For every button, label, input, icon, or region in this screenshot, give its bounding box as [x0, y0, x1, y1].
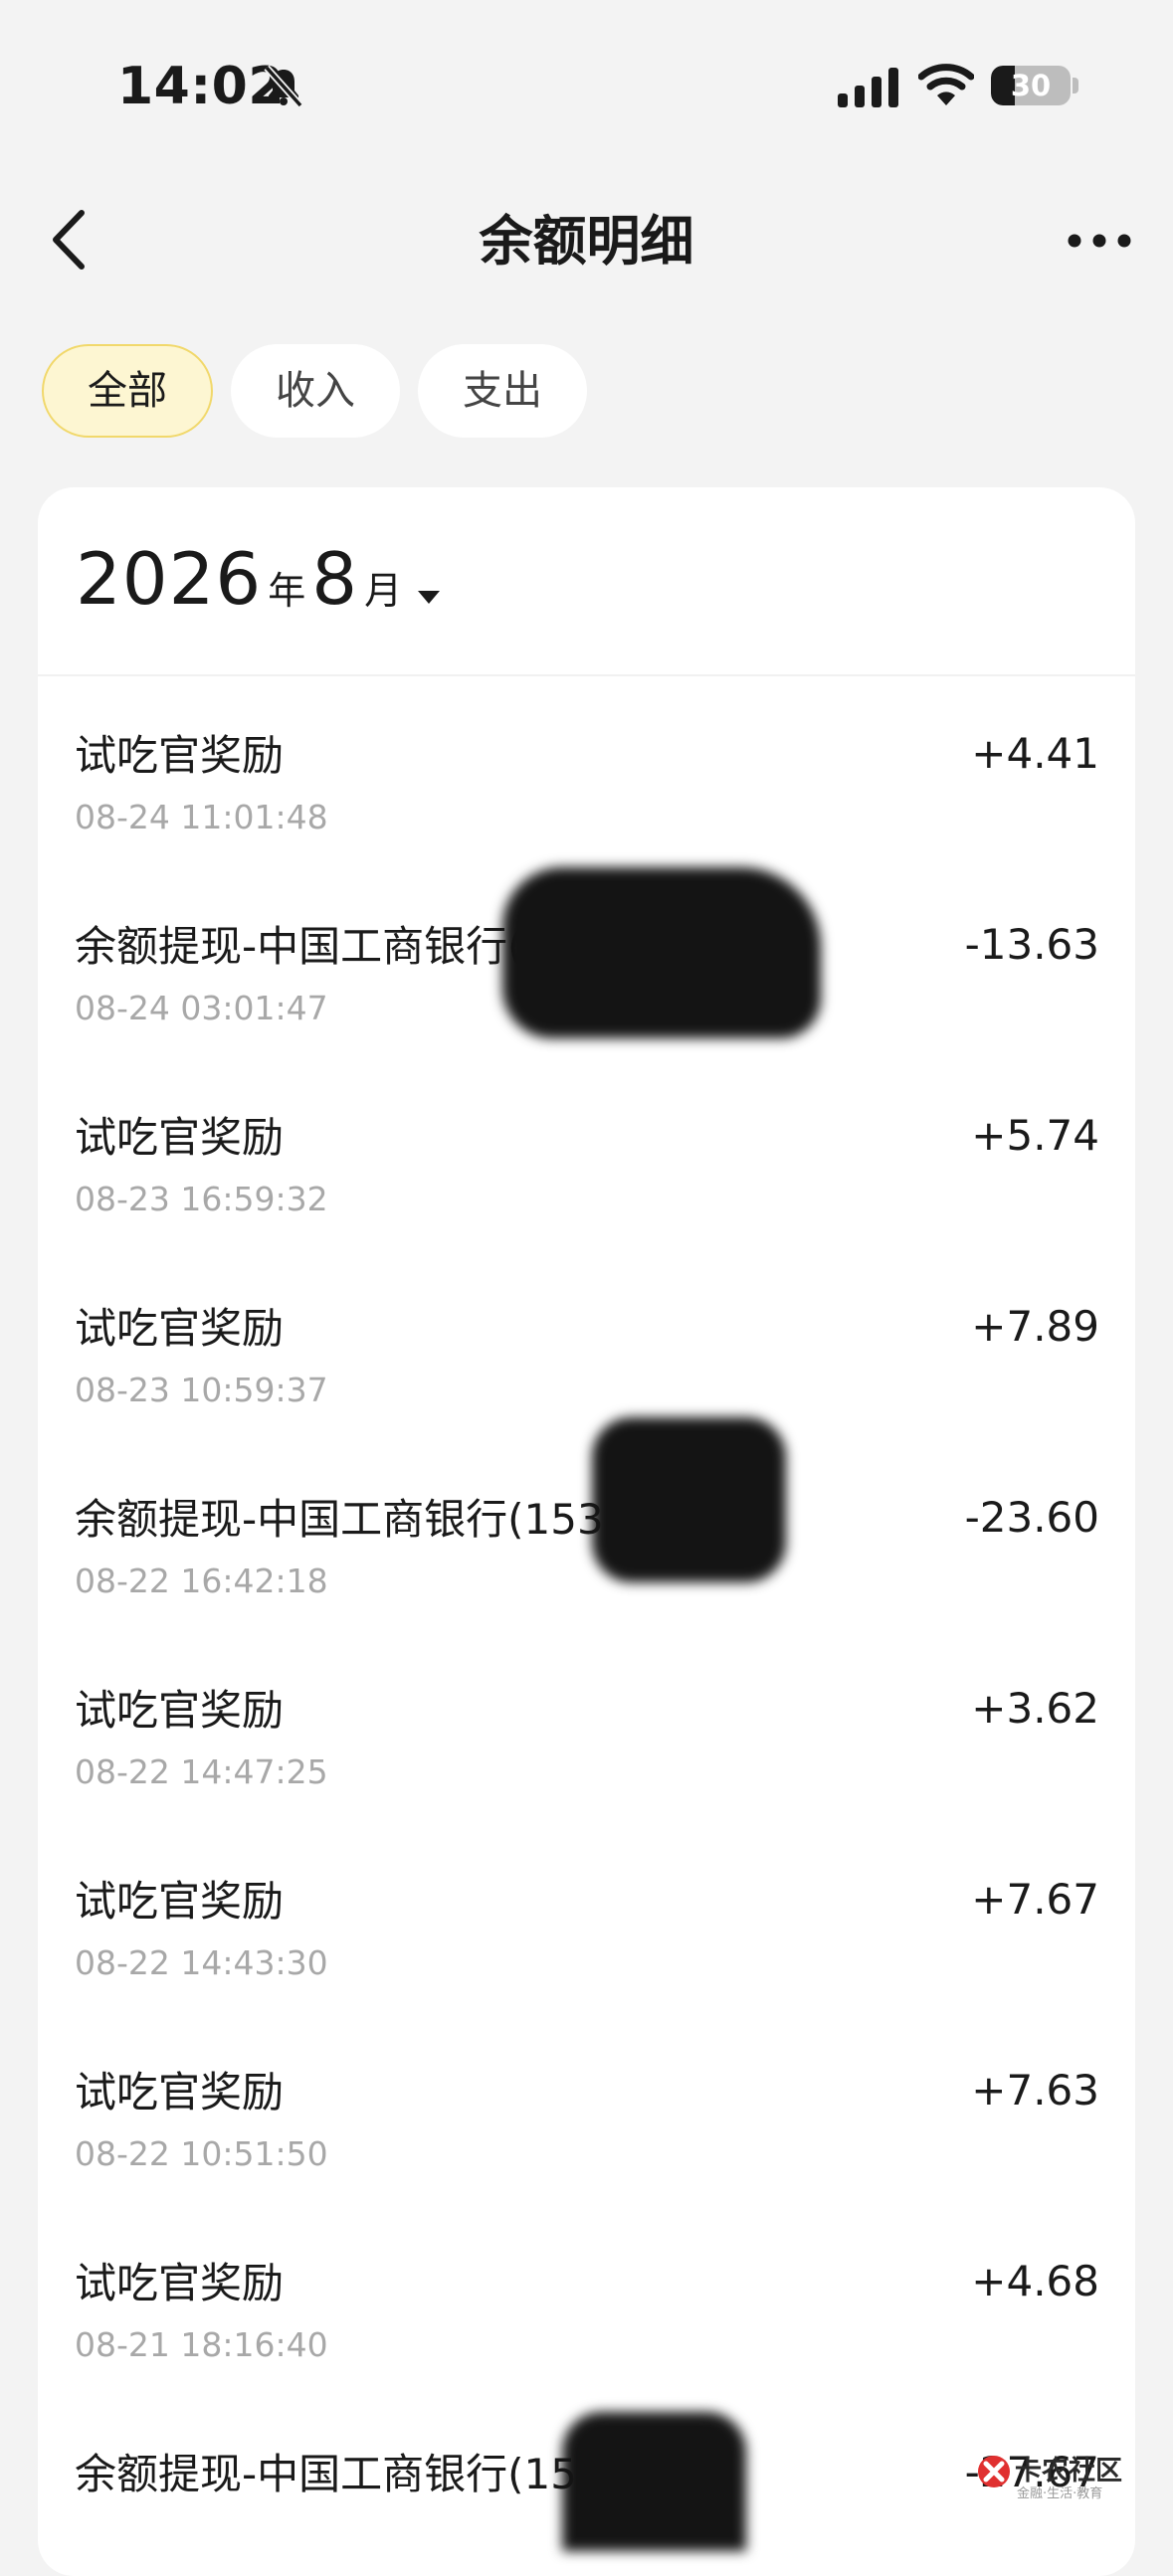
transaction-title: 试吃官奖励	[75, 1686, 285, 1735]
transaction-time: 08-22 10:51:50	[75, 2134, 328, 2173]
transaction-amount: +4.68	[971, 2257, 1099, 2305]
transaction-row[interactable]: 试吃官奖励 08-22 14:43:30 +7.67	[38, 1828, 1135, 2019]
page-title: 余额明细	[479, 210, 694, 273]
transaction-amount: +7.67	[971, 1875, 1099, 1924]
tab-income[interactable]: 收入	[231, 344, 400, 438]
month-picker-year-unit: 年	[268, 569, 306, 613]
divider	[38, 674, 1135, 676]
transaction-time: 08-24 03:01:47	[75, 989, 328, 1027]
battery-level: 30	[1010, 69, 1052, 102]
status-bar: 14:02 30	[0, 0, 1173, 159]
transaction-title: 余额提现-中国工商银行(1538)**亮	[75, 1495, 730, 1544]
month-picker[interactable]: 2026 年8 月	[76, 537, 441, 621]
transaction-title: 试吃官奖励	[75, 1304, 285, 1353]
transaction-row[interactable]: 试吃官奖励 08-22 14:47:25 +3.62	[38, 1637, 1135, 1828]
transaction-time: 08-23 10:59:37	[75, 1371, 328, 1409]
transaction-row[interactable]: 试吃官奖励 08-22 10:51:50 +7.63	[38, 2019, 1135, 2210]
transaction-time: 08-21 18:16:40	[75, 2325, 328, 2364]
month-picker-year: 2026	[76, 537, 263, 621]
transaction-row[interactable]: 余额提现-中国工商银行(1538)**亮 08-22 16:42:18 -23.…	[38, 1446, 1135, 1637]
transaction-amount: -13.63	[964, 920, 1099, 969]
transaction-title: 试吃官奖励	[75, 1877, 285, 1926]
transaction-title: 余额提现-中国工商银行(1538)**亮	[75, 922, 730, 971]
transaction-time: 08-23 16:59:32	[75, 1180, 328, 1218]
balance-detail-card: 2026 年8 月 试吃官奖励 08-24 11:01:48 +4.41 余额提现-…	[38, 487, 1135, 2576]
transaction-row[interactable]: 试吃官奖励 08-24 11:01:48 +4.41	[38, 682, 1135, 873]
battery-icon: 30	[991, 66, 1071, 105]
transaction-time: 08-22 14:47:25	[75, 1752, 328, 1791]
transaction-title: 余额提现-中国工商银行(1538)**亮	[75, 2450, 730, 2498]
transaction-row[interactable]: 余额提现-中国工商银行(1538)**亮 -27.67	[38, 2401, 1135, 2576]
transaction-amount: +4.41	[971, 729, 1099, 778]
transaction-amount: +7.63	[971, 2066, 1099, 2115]
transaction-time: 08-22 16:42:18	[75, 1562, 328, 1600]
transaction-row[interactable]: 试吃官奖励 08-21 18:16:40 +4.68	[38, 2210, 1135, 2401]
wifi-icon	[918, 64, 974, 105]
transaction-row[interactable]: 试吃官奖励 08-23 10:59:37 +7.89	[38, 1255, 1135, 1446]
transaction-title: 试吃官奖励	[75, 2068, 285, 2116]
month-picker-month-unit: 月	[364, 569, 403, 613]
transaction-amount: -23.60	[964, 1493, 1099, 1542]
transaction-list: 试吃官奖励 08-24 11:01:48 +4.41 余额提现-中国工商银行(1…	[38, 682, 1135, 2576]
caret-down-icon	[418, 591, 441, 604]
transaction-amount: +3.62	[971, 1684, 1099, 1733]
transaction-amount: +7.89	[971, 1302, 1099, 1351]
status-time: 14:02	[117, 57, 286, 116]
more-dots-icon[interactable]	[1065, 221, 1134, 261]
transaction-time: 08-22 14:43:30	[75, 1943, 328, 1982]
tab-all[interactable]: 全部	[42, 344, 213, 438]
cellular-signal-icon	[838, 68, 898, 107]
bell-muted-icon	[264, 65, 303, 108]
battery-tip	[1073, 78, 1078, 93]
transaction-amount: -27.67	[964, 2448, 1099, 2496]
month-picker-month: 8	[311, 537, 359, 621]
tab-expense[interactable]: 支出	[418, 344, 587, 438]
transaction-title: 试吃官奖励	[75, 1113, 285, 1162]
chevron-left-icon[interactable]	[46, 205, 96, 275]
transaction-row[interactable]: 余额提现-中国工商银行(1538)**亮 08-24 03:01:47 -13.…	[38, 873, 1135, 1064]
transaction-amount: +5.74	[971, 1111, 1099, 1160]
transaction-title: 试吃官奖励	[75, 2259, 285, 2307]
transaction-time: 08-24 11:01:48	[75, 798, 328, 836]
transaction-title: 试吃官奖励	[75, 731, 285, 780]
transaction-row[interactable]: 试吃官奖励 08-23 16:59:32 +5.74	[38, 1064, 1135, 1255]
